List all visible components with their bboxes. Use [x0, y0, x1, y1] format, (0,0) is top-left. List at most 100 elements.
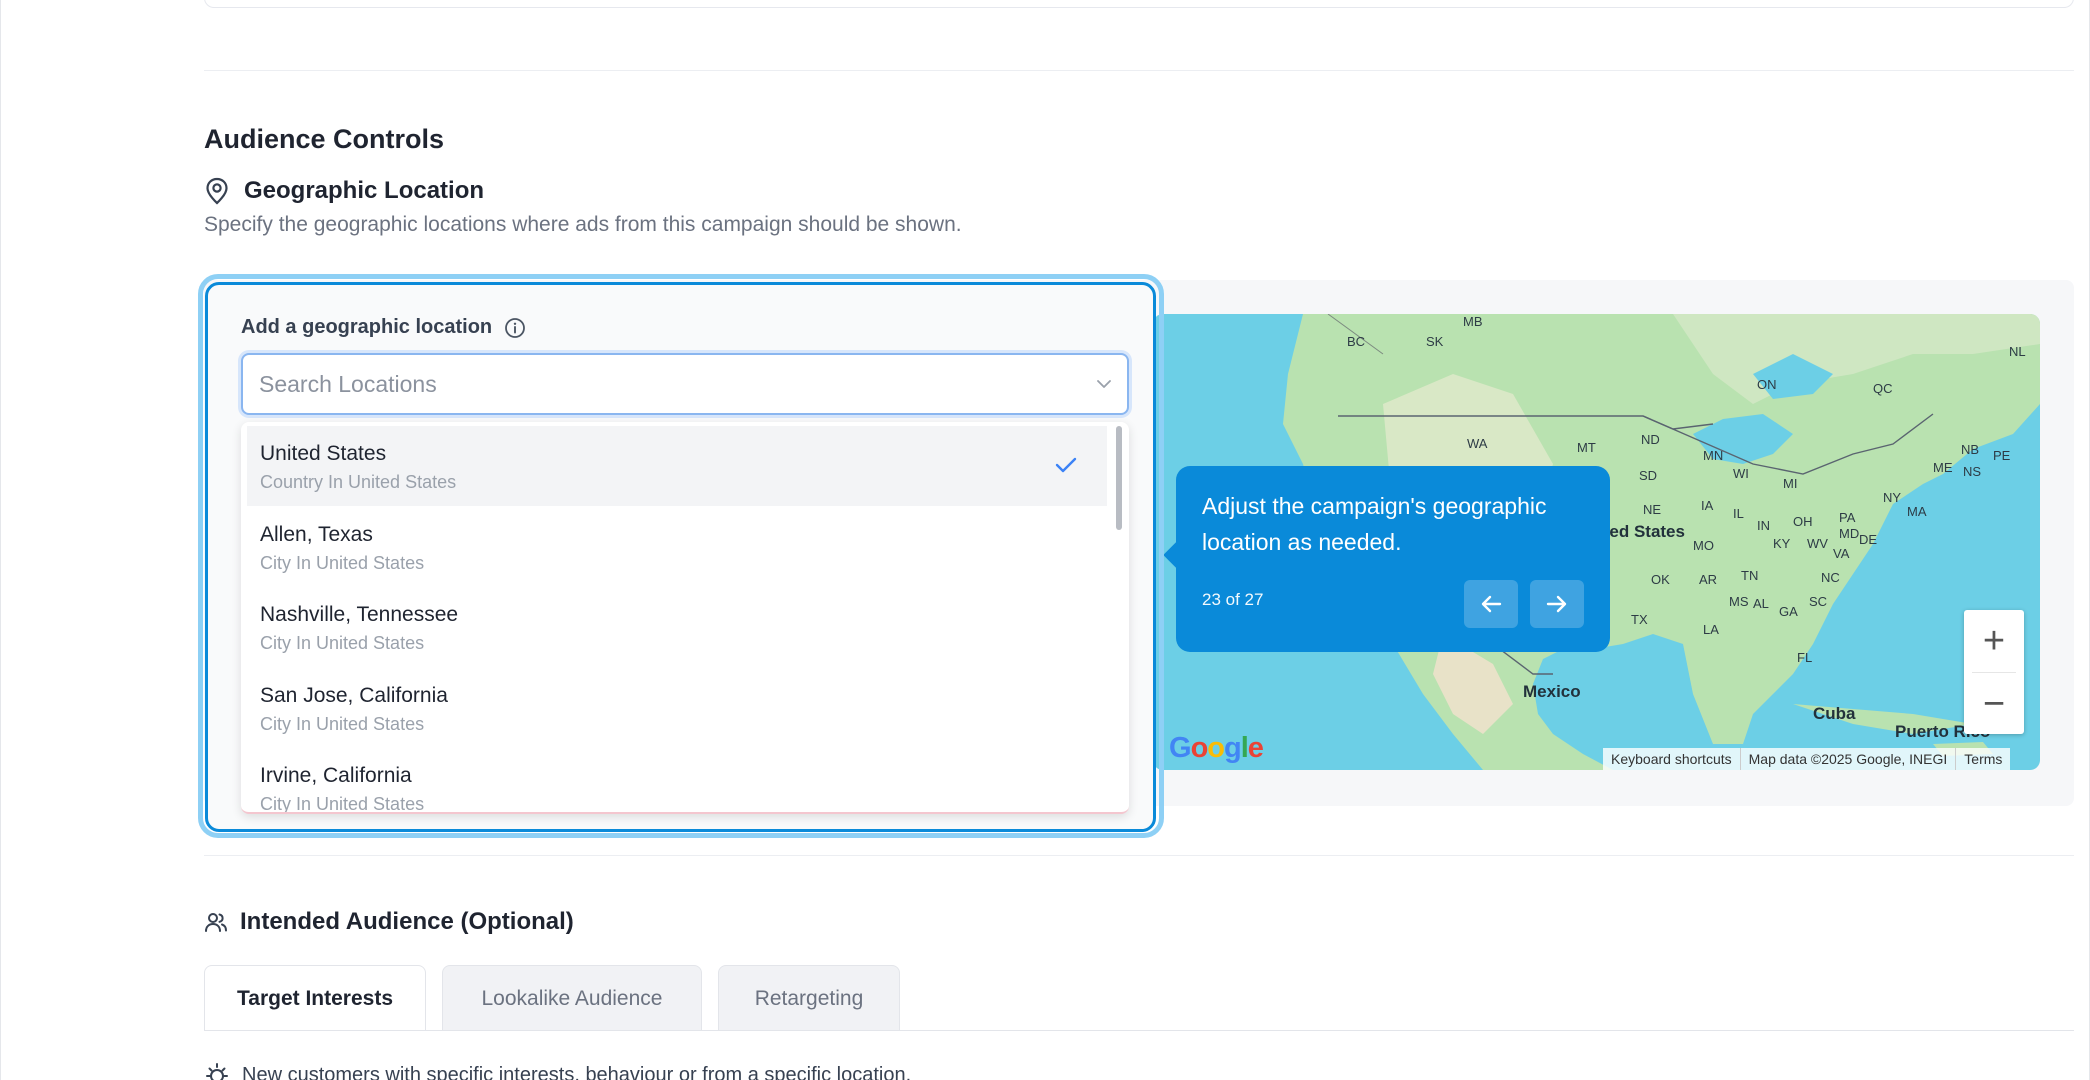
- arrow-right-icon: [1546, 595, 1567, 613]
- info-icon[interactable]: [504, 317, 526, 339]
- map-label: WI: [1733, 466, 1749, 481]
- map-label: ME: [1933, 460, 1953, 475]
- location-option-united-states[interactable]: United States Country In United States: [247, 426, 1107, 506]
- map-label: FL: [1797, 650, 1813, 665]
- dropdown-scrollbar[interactable]: [1116, 426, 1122, 530]
- terms-link[interactable]: Terms: [1955, 748, 2010, 770]
- map-label: TN: [1741, 568, 1759, 583]
- map-label: AL: [1753, 596, 1769, 611]
- location-dropdown[interactable]: United States Country In United States A…: [241, 422, 1129, 814]
- location-option-title: Nashville, Tennessee: [260, 603, 459, 626]
- location-option-subtitle: City In United States: [260, 553, 425, 573]
- map-label: OK: [1651, 572, 1670, 587]
- previous-section-card: [204, 0, 2074, 8]
- tour-previous-button[interactable]: [1464, 580, 1518, 628]
- map-data-text: Map data ©2025 Google, INEGI: [1739, 748, 1956, 770]
- users-icon: [205, 913, 227, 932]
- audience-heading: Intended Audience (Optional): [204, 908, 574, 936]
- map-label: PA: [1839, 510, 1856, 525]
- tour-next-button[interactable]: [1530, 580, 1584, 628]
- map-label: WA: [1467, 436, 1488, 451]
- google-logo: Google: [1169, 732, 1264, 764]
- location-option-san-jose-california[interactable]: San Jose, California City In United Stat…: [247, 668, 1107, 748]
- interests-description: New customers with specific interests, b…: [204, 1062, 911, 1080]
- map-label: SD: [1639, 468, 1658, 483]
- map-label: MA: [1907, 504, 1927, 519]
- map-label: MD: [1839, 526, 1860, 541]
- map-label: ND: [1641, 432, 1660, 447]
- map-label: QC: [1873, 381, 1893, 396]
- tabs-divider: [204, 1030, 2074, 1031]
- map-label: VA: [1833, 546, 1850, 561]
- keyboard-shortcuts-link[interactable]: Keyboard shortcuts: [1603, 748, 1740, 770]
- location-option-title: Irvine, California: [260, 764, 412, 787]
- map-label: IA: [1701, 498, 1714, 513]
- map-label: LA: [1703, 622, 1719, 637]
- map-label: BC: [1347, 334, 1366, 349]
- location-option-title: United States: [260, 442, 387, 465]
- check-icon: [1055, 457, 1077, 473]
- arrow-left-icon: [1481, 595, 1502, 613]
- section-divider: [204, 855, 2074, 856]
- map-label: NC: [1821, 570, 1840, 585]
- location-option-allen-texas[interactable]: Allen, Texas City In United States: [247, 507, 1107, 587]
- geo-heading: Geographic Location: [204, 177, 484, 205]
- map-label: NY: [1883, 490, 1902, 505]
- map-label: MS: [1729, 594, 1749, 609]
- location-field-label-text: Add a geographic location: [241, 316, 493, 338]
- map-attribution: Keyboard shortcuts Map data ©2025 Google…: [1603, 748, 2011, 770]
- location-option-title: San Jose, California: [260, 684, 448, 707]
- interests-description-text: New customers with specific interests, b…: [242, 1063, 912, 1080]
- location-option-title: Allen, Texas: [260, 523, 373, 546]
- tour-callout: Adjust the campaign's geographic locatio…: [1163, 466, 1610, 652]
- map-label: MO: [1693, 538, 1714, 553]
- location-pin-icon: [206, 177, 228, 205]
- audience-heading-label: Intended Audience (Optional): [240, 908, 574, 935]
- location-search[interactable]: [241, 353, 1129, 415]
- location-search-input[interactable]: [259, 355, 1059, 413]
- map-label-country: Mexico: [1523, 682, 1581, 701]
- map-label: NL: [2009, 344, 2026, 359]
- map-label: KY: [1773, 536, 1791, 551]
- map-zoom-control: + −: [1964, 610, 2024, 734]
- tab-target-interests[interactable]: Target Interests: [204, 965, 426, 1031]
- map-label: MB: [1463, 314, 1483, 329]
- lightbulb-icon: [206, 1063, 228, 1080]
- location-option-subtitle: City In United States: [260, 633, 425, 653]
- map-label: GA: [1779, 604, 1798, 619]
- map-label: MT: [1577, 440, 1596, 455]
- map-label: MN: [1703, 448, 1724, 463]
- map-label: SC: [1809, 594, 1828, 609]
- geo-heading-label: Geographic Location: [244, 177, 485, 204]
- map-label: IN: [1757, 518, 1770, 533]
- map-label: PE: [1993, 448, 2011, 463]
- location-field-label: Add a geographic location: [241, 316, 526, 339]
- tour-message: Adjust the campaign's geographic locatio…: [1202, 493, 1547, 555]
- page: Audience Controls Geographic Location Sp…: [0, 0, 2090, 1080]
- map-label: DE: [1859, 532, 1878, 547]
- zoom-in-button[interactable]: +: [1964, 610, 2024, 672]
- map-label-country: ited States: [1599, 522, 1685, 541]
- map-label: NS: [1963, 464, 1982, 479]
- chevron-down-icon[interactable]: [1095, 375, 1113, 393]
- map-label: SK: [1426, 334, 1444, 349]
- map-label-country: Cuba: [1813, 704, 1856, 723]
- map-label: OH: [1793, 514, 1813, 529]
- map-label: MI: [1783, 476, 1798, 491]
- map-label: IL: [1733, 506, 1744, 521]
- tour-step-counter: 23 of 27: [1202, 590, 1264, 609]
- map-label: NB: [1961, 442, 1980, 457]
- map-label: AR: [1699, 572, 1718, 587]
- location-option-nashville-tennessee[interactable]: Nashville, Tennessee City In United Stat…: [247, 587, 1107, 667]
- map-label: WV: [1807, 536, 1828, 551]
- geo-description: Specify the geographic locations where a…: [204, 213, 962, 236]
- tab-retargeting[interactable]: Retargeting: [718, 965, 900, 1031]
- section-title: Audience Controls: [204, 124, 445, 154]
- tab-lookalike-audience[interactable]: Lookalike Audience: [442, 965, 702, 1031]
- map-label: NE: [1643, 502, 1662, 517]
- section-divider: [204, 70, 2074, 71]
- location-option-subtitle: City In United States: [260, 794, 425, 814]
- location-option-irvine-california[interactable]: Irvine, California City In United States: [247, 748, 1107, 814]
- map-label: TX: [1631, 612, 1648, 627]
- zoom-out-button[interactable]: −: [1964, 673, 2024, 735]
